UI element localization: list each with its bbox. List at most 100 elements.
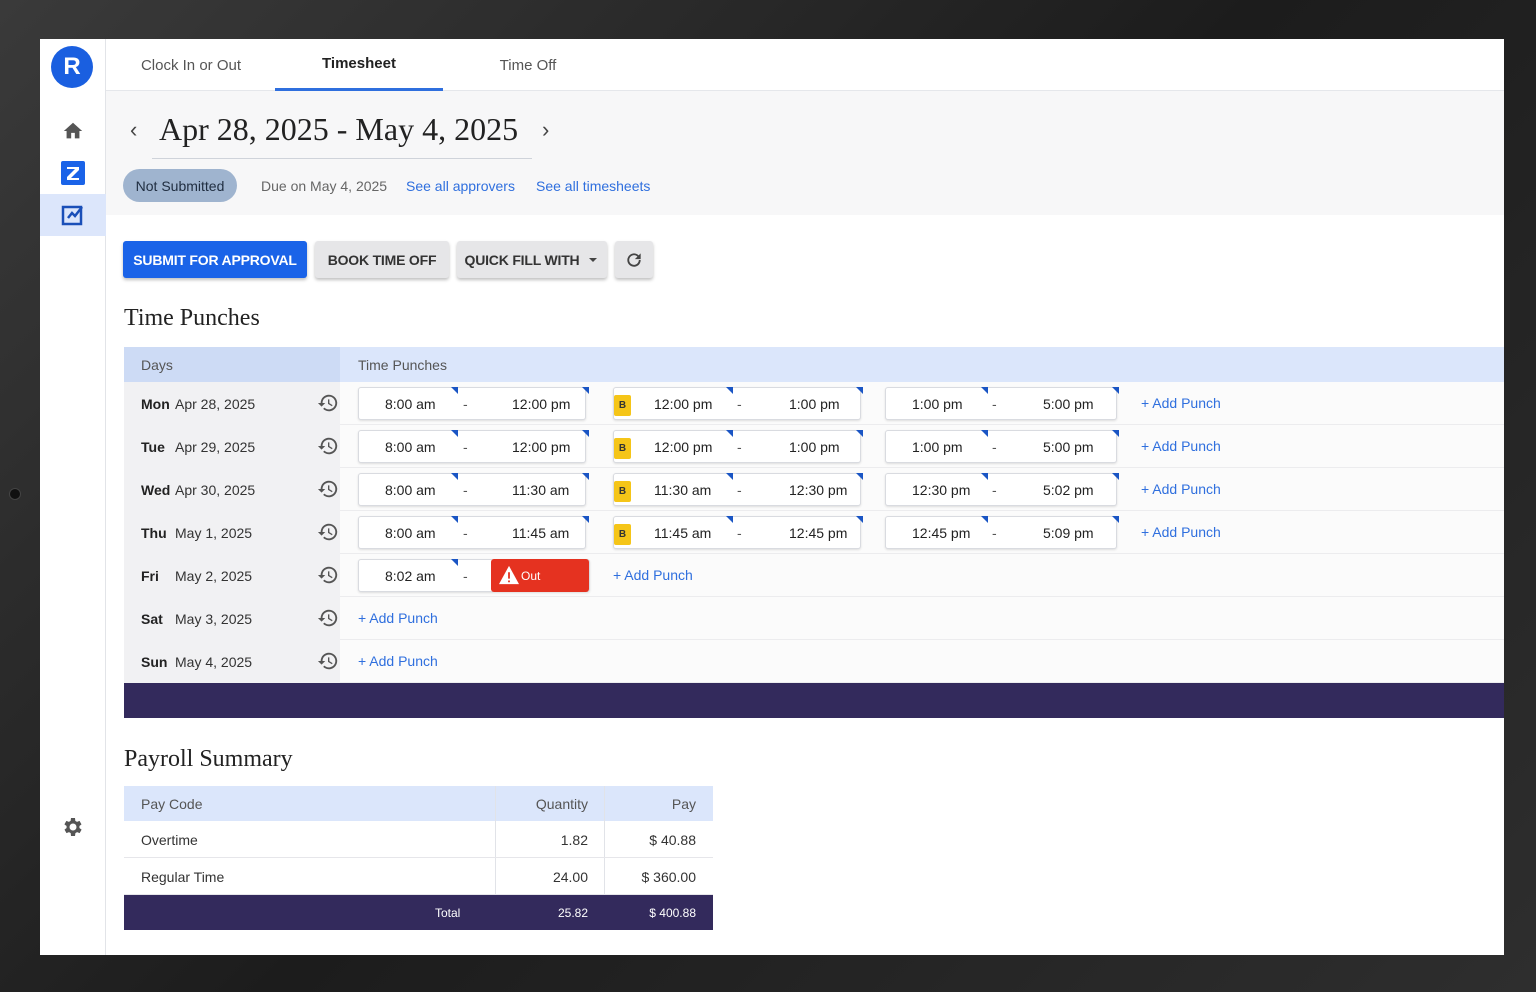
- punch-in-time[interactable]: 12:00 pm: [654, 439, 712, 455]
- punch-pair[interactable]: 8:00 am -11:45 am: [358, 516, 589, 549]
- tab-timesheet[interactable]: Timesheet: [275, 39, 443, 91]
- punch-out-time[interactable]: 1:00 pm: [789, 396, 840, 412]
- punch-pair[interactable]: 12:30 pm -5:02 pm: [885, 473, 1119, 506]
- history-icon: [317, 480, 338, 498]
- day-name: Sat: [141, 611, 163, 627]
- tab-time-off[interactable]: Time Off: [486, 39, 570, 91]
- caret-down-icon: [589, 257, 598, 262]
- break-badge: B: [614, 438, 631, 459]
- history-button[interactable]: [317, 521, 339, 548]
- day-name: Mon: [141, 396, 170, 412]
- history-button[interactable]: [317, 392, 339, 419]
- punch-in-time[interactable]: 8:00 am: [385, 525, 436, 541]
- history-button[interactable]: [317, 607, 339, 634]
- punch-in-time[interactable]: 1:00 pm: [912, 439, 963, 455]
- add-punch-link[interactable]: + Add Punch: [1141, 395, 1221, 411]
- payroll-row: Regular Time 24.00 $ 360.00: [124, 858, 713, 895]
- history-button[interactable]: [317, 478, 339, 505]
- history-button[interactable]: [317, 564, 339, 591]
- refresh-button[interactable]: [615, 241, 653, 278]
- punch-pair[interactable]: 1:00 pm -5:00 pm: [885, 430, 1119, 463]
- add-punch-link[interactable]: + Add Punch: [1141, 438, 1221, 454]
- add-punch-link[interactable]: + Add Punch: [358, 610, 438, 626]
- punch-out-time[interactable]: 12:00 pm: [512, 439, 570, 455]
- warning-icon: [499, 565, 519, 585]
- day-name: Tue: [141, 439, 165, 455]
- edit-marker: [582, 473, 589, 480]
- history-button[interactable]: [317, 435, 339, 462]
- punch-row: Wed Apr 30, 2025 8:00 am -11:30 am B 11:30 am…: [124, 468, 1504, 511]
- punch-out-time[interactable]: 12:00 pm: [512, 396, 570, 412]
- punch-out-time[interactable]: 11:45 am: [512, 525, 569, 541]
- nav-zenefits[interactable]: [40, 152, 106, 194]
- days-column-header: Days: [141, 357, 173, 373]
- edit-marker: [1112, 387, 1119, 394]
- punch-in-time[interactable]: 12:00 pm: [654, 396, 712, 412]
- punch-out-time[interactable]: 5:00 pm: [1043, 439, 1094, 455]
- edit-marker: [1112, 516, 1119, 523]
- punch-pair[interactable]: B 11:30 am -12:30 pm: [613, 473, 863, 506]
- punch-in-time[interactable]: 8:00 am: [385, 482, 436, 498]
- tab-clock-in-out[interactable]: Clock In or Out: [124, 39, 258, 91]
- punch-out-time[interactable]: 5:02 pm: [1043, 482, 1094, 498]
- nav-timesheet[interactable]: [40, 194, 106, 236]
- add-punch-link[interactable]: + Add Punch: [1141, 481, 1221, 497]
- punch-pair[interactable]: B 11:45 am -12:45 pm: [613, 516, 863, 549]
- punch-out-time[interactable]: 11:30 am: [512, 482, 569, 498]
- home-icon: [63, 122, 83, 139]
- punch-in-time[interactable]: 8:02 am: [385, 568, 436, 584]
- punch-pair[interactable]: B 12:00 pm -1:00 pm: [613, 430, 863, 463]
- see-approvers-link[interactable]: See all approvers: [406, 178, 515, 194]
- next-period-button[interactable]: ›: [542, 117, 549, 143]
- edit-marker: [981, 516, 988, 523]
- punch-pair[interactable]: 8:00 am -12:00 pm: [358, 387, 589, 420]
- edit-marker: [856, 430, 863, 437]
- add-punch-link[interactable]: + Add Punch: [1141, 524, 1221, 540]
- add-punch-link[interactable]: + Add Punch: [358, 653, 438, 669]
- prev-period-button[interactable]: ‹: [130, 117, 137, 143]
- payroll-summary-title: Payroll Summary: [124, 746, 293, 772]
- punch-in-time[interactable]: 11:30 am: [654, 482, 711, 498]
- punch-in-time[interactable]: 11:45 am: [654, 525, 711, 541]
- punch-pair[interactable]: 12:45 pm -5:09 pm: [885, 516, 1119, 549]
- history-icon: [317, 394, 338, 412]
- edit-marker: [1112, 473, 1119, 480]
- punch-in-time[interactable]: 12:30 pm: [912, 482, 970, 498]
- punch-row: Fri May 2, 2025 8:02 am - Out + Add Punch: [124, 554, 1504, 597]
- break-badge: B: [614, 524, 631, 545]
- punch-pair[interactable]: 8:00 am -12:00 pm: [358, 430, 589, 463]
- punch-out-time[interactable]: 12:30 pm: [789, 482, 847, 498]
- punch-out-time[interactable]: 1:00 pm: [789, 439, 840, 455]
- punch-out-time[interactable]: 12:45 pm: [789, 525, 847, 541]
- punch-pair[interactable]: B 12:00 pm -1:00 pm: [613, 387, 863, 420]
- pay-quantity: 1.82: [560, 832, 588, 848]
- pay-code: Regular Time: [141, 869, 225, 885]
- edit-marker: [981, 387, 988, 394]
- app-logo[interactable]: R: [51, 46, 93, 88]
- history-button[interactable]: [317, 650, 339, 677]
- col-divider: [604, 786, 605, 821]
- book-time-off-button[interactable]: BOOK TIME OFF: [315, 241, 449, 278]
- day-name: Fri: [141, 568, 159, 584]
- submit-for-approval-button[interactable]: SUBMIT FOR APPROVAL: [123, 241, 307, 278]
- add-punch-link[interactable]: + Add Punch: [613, 567, 693, 583]
- nav-home[interactable]: [40, 110, 106, 152]
- quick-fill-button[interactable]: QUICK FILL WITH: [457, 241, 607, 278]
- punch-out-time[interactable]: 5:00 pm: [1043, 396, 1094, 412]
- missing-out-punch[interactable]: Out: [491, 559, 589, 592]
- nav-settings[interactable]: [40, 806, 106, 848]
- history-icon: [317, 609, 338, 627]
- punches-column-header: Time Punches: [358, 357, 447, 373]
- see-timesheets-link[interactable]: See all timesheets: [536, 178, 650, 194]
- history-icon: [317, 652, 338, 670]
- punch-in-time[interactable]: 1:00 pm: [912, 396, 963, 412]
- edit-marker: [451, 430, 458, 437]
- punch-out-time[interactable]: 5:09 pm: [1043, 525, 1094, 541]
- punch-row: Thu May 1, 2025 8:00 am -11:45 am B 11:45 am -…: [124, 511, 1504, 554]
- punch-pair[interactable]: 1:00 pm -5:00 pm: [885, 387, 1119, 420]
- edit-marker: [1112, 430, 1119, 437]
- punch-in-time[interactable]: 8:00 am: [385, 396, 436, 412]
- punch-pair[interactable]: 8:00 am -11:30 am: [358, 473, 589, 506]
- punch-in-time[interactable]: 12:45 pm: [912, 525, 970, 541]
- punch-in-time[interactable]: 8:00 am: [385, 439, 436, 455]
